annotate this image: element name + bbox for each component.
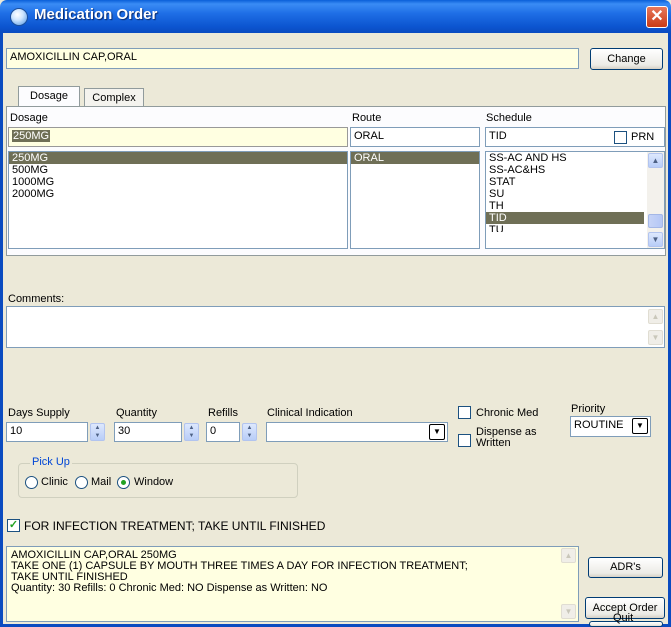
app-icon (10, 8, 28, 26)
route-header: Route (352, 112, 382, 124)
pickup-clinic-label: Clinic (41, 476, 68, 488)
clinical-indication-label: Clinical Indication (267, 407, 353, 419)
chronic-med-label: Chronic Med (476, 407, 539, 419)
route-option[interactable]: ORAL (351, 152, 479, 164)
indication-checkbox[interactable]: ✓ (7, 519, 20, 532)
adr-button[interactable]: ADR's (588, 557, 663, 578)
comments-scroll-up-icon[interactable]: ▲ (648, 309, 663, 324)
pickup-legend: Pick Up (30, 456, 72, 468)
chevron-down-icon[interactable]: ▼ (429, 424, 445, 440)
order-scroll-down-icon[interactable]: ▼ (561, 604, 576, 619)
quantity-label: Quantity (116, 407, 157, 419)
pickup-mail-label: Mail (91, 476, 112, 488)
priority-label: Priority (571, 403, 606, 415)
days-supply-input[interactable]: 10 (6, 422, 88, 442)
chronic-med-checkbox[interactable] (458, 406, 471, 419)
scroll-thumb[interactable] (648, 214, 663, 228)
schedule-option[interactable]: TU (486, 224, 664, 232)
dispense-label-line2: Written (476, 437, 511, 449)
dispense-as-written-checkbox[interactable] (458, 434, 471, 447)
schedule-input-value: TID (489, 130, 507, 142)
schedule-option[interactable]: TID (486, 212, 644, 224)
days-supply-label: Days Supply (8, 407, 70, 419)
order-scroll-up-icon[interactable]: ▲ (561, 548, 576, 563)
scroll-down-icon[interactable]: ▼ (648, 232, 663, 247)
close-button[interactable]: ✕ (646, 6, 668, 28)
quantity-stepper-icon[interactable]: ▲ ▼ (184, 423, 199, 441)
comments-scroll-down-icon[interactable]: ▼ (648, 330, 663, 345)
dosage-header: Dosage (10, 112, 48, 124)
schedule-header: Schedule (486, 112, 532, 124)
schedule-option[interactable]: SS-AC&HS (486, 164, 664, 176)
order-text-line: Quantity: 30 Refills: 0 Chronic Med: NO … (11, 582, 328, 594)
schedule-option[interactable]: TH (486, 200, 664, 212)
dosage-list[interactable]: 250MG 500MG 1000MG 2000MG (8, 151, 348, 249)
dosage-option[interactable]: 250MG (9, 152, 347, 164)
pickup-clinic-radio[interactable] (25, 476, 38, 489)
dosage-input-value: 250MG (12, 130, 51, 142)
schedule-option[interactable]: SU (486, 188, 664, 200)
scroll-up-icon[interactable]: ▲ (648, 153, 663, 168)
prn-checkbox[interactable] (614, 131, 627, 144)
pickup-window-radio[interactable] (117, 476, 130, 489)
quantity-input[interactable]: 30 (114, 422, 182, 442)
prn-label: PRN (631, 131, 655, 143)
order-text: AMOXICILLIN CAP,ORAL 250MG TAKE ONE (1) … (6, 546, 579, 622)
dispense-as-written-label: Dispense as Written (476, 427, 537, 449)
refills-label: Refills (208, 407, 238, 419)
schedule-option[interactable]: STAT (486, 176, 664, 188)
priority-chevron-down-icon[interactable]: ▼ (632, 418, 648, 434)
dosage-option[interactable]: 1000MG (9, 176, 347, 188)
dosage-option[interactable]: 2000MG (9, 188, 347, 200)
route-input[interactable]: ORAL (350, 127, 480, 147)
tab-complex[interactable]: Complex (84, 88, 144, 106)
pickup-window-label: Window (134, 476, 174, 488)
dosage-option[interactable]: 500MG (9, 164, 347, 176)
comments-field[interactable] (6, 306, 665, 348)
change-button[interactable]: Change (590, 48, 663, 70)
dosage-input[interactable]: 250MG (8, 127, 348, 147)
refills-input[interactable]: 0 (206, 422, 240, 442)
tab-dosage[interactable]: Dosage (18, 86, 80, 106)
indication-label: FOR INFECTION TREATMENT; TAKE UNTIL FINI… (24, 519, 326, 533)
window-title: Medication Order (34, 6, 158, 23)
route-list[interactable]: ORAL (350, 151, 480, 249)
pickup-mail-radio[interactable] (75, 476, 88, 489)
schedule-option[interactable]: SS-AC AND HS (486, 152, 664, 164)
schedule-list[interactable]: SS-AC AND HS SS-AC&HS STAT SU TH TID TU (485, 151, 665, 249)
comments-label: Comments: (8, 293, 65, 305)
clinical-indication-select[interactable] (266, 422, 448, 442)
refills-stepper-icon[interactable]: ▲ ▼ (242, 423, 257, 441)
quit-button-label: Quit (613, 612, 634, 624)
days-supply-stepper-icon[interactable]: ▲ ▼ (90, 423, 105, 441)
medication-name-field: AMOXICILLIN CAP,ORAL (6, 48, 579, 69)
